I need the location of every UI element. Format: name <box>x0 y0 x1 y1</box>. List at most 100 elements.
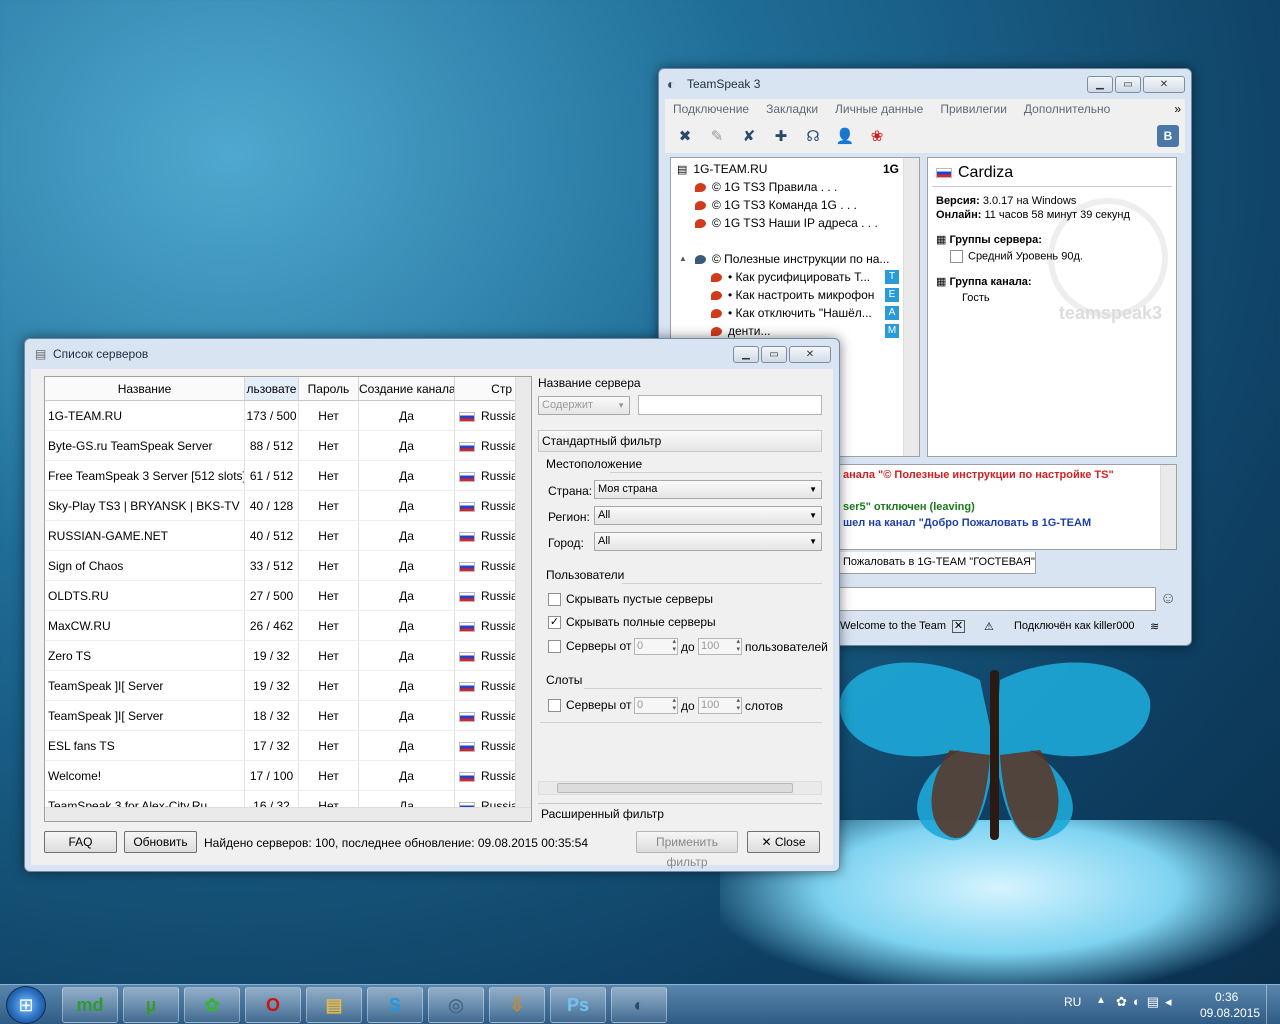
channel-item[interactable]: © 1G TS3 Команда 1G . . . <box>671 196 919 214</box>
slots-from-spin[interactable]: 0 <box>634 697 678 714</box>
close-tab-icon[interactable]: ✕ <box>952 620 965 633</box>
table-row[interactable]: Free TeamSpeak 3 Server [512 slots] 61 / … <box>45 461 531 491</box>
tree-scrollbar[interactable] <box>903 158 919 456</box>
slots-range-option[interactable]: Серверы от <box>548 698 631 713</box>
title-bar[interactable]: ▤ Список серверов ▁ ▭ ✕ <box>25 339 839 369</box>
clock-time[interactable]: 0:36 <box>1215 990 1238 1004</box>
users-to-spin[interactable]: 100 <box>698 638 742 655</box>
slots-to-spin[interactable]: 100 <box>698 697 742 714</box>
standard-filter-header[interactable]: Стандартный фильтр <box>538 430 822 452</box>
menu-connection[interactable]: Подключение <box>673 99 749 119</box>
hide-full-option[interactable]: ✓ Скрывать полные серверы <box>548 615 716 630</box>
table-hscrollbar[interactable] <box>45 807 531 821</box>
download-taskbar-button[interactable]: ⇩ <box>489 987 545 1023</box>
close-button[interactable]: ✕ <box>1143 76 1185 93</box>
column-password[interactable]: Пароль <box>299 377 359 400</box>
hide-empty-option[interactable]: Скрывать пустые серверы <box>548 592 713 607</box>
channel-item[interactable]: © 1G TS3 Правила . . . <box>671 178 919 196</box>
menu-extras[interactable]: Дополнительно <box>1024 99 1110 119</box>
server-name-input[interactable] <box>638 395 822 415</box>
city-select[interactable]: All <box>594 532 822 551</box>
tray-expand-icon[interactable]: ▲ <box>1096 995 1106 1006</box>
channel-item[interactable]: • Как настроить микрофон E <box>671 286 919 304</box>
chat-input[interactable] <box>838 587 1156 611</box>
show-desktop-button[interactable] <box>1266 985 1280 1024</box>
emoticon-icon[interactable]: ☺ <box>1160 590 1176 608</box>
table-row[interactable]: TeamSpeak ]I[ Server18 / 32НетДа Russian <box>45 701 531 731</box>
mute-speakers-icon[interactable]: ✘ <box>737 124 761 148</box>
column-country[interactable]: Стр <box>455 377 517 400</box>
chat-icon[interactable]: ☊ <box>801 124 825 148</box>
table-row[interactable]: 1G-TEAM.RU173 / 500НетДа Russian <box>45 401 531 431</box>
minimize-button[interactable]: ▁ <box>1087 76 1113 93</box>
expand-icon[interactable]: ▲ <box>679 250 687 268</box>
teamspeak-taskbar-button[interactable]: ◐ <box>611 987 667 1023</box>
channel-item[interactable]: • Как русифицировать Т... T <box>671 268 919 286</box>
table-row[interactable]: Sky-Play TS3 | BRYANSK | BKS-TV 40 / 128 Н… <box>45 491 531 521</box>
users-range-option[interactable]: Серверы от <box>548 639 631 654</box>
table-vscrollbar[interactable] <box>515 377 531 807</box>
vk-button[interactable]: B <box>1157 125 1179 147</box>
table-row[interactable]: ESL fans TS17 / 32НетДа Russian <box>45 731 531 761</box>
column-channel-create[interactable]: Создание канала <box>359 377 455 400</box>
close-list-button[interactable]: ✕ Close <box>747 831 820 853</box>
chat-tab[interactable]: Пожаловать в 1G-TEAM "ГОСТЕВАЯ" <box>838 552 1036 574</box>
table-row[interactable]: TeamSpeak ]I[ Server19 / 32НетДа Russian <box>45 671 531 701</box>
apply-filter-button[interactable]: Применить фильтр <box>636 831 738 869</box>
channel-item[interactable]: • Как отключить "Нашёл... A <box>671 304 919 322</box>
mydesk-taskbar-button[interactable]: md <box>62 987 118 1023</box>
channel-item[interactable]: © 1G TS3 Наши IP адреса . . . <box>671 214 919 232</box>
title-bar[interactable]: ◐ TeamSpeak 3 ▁ ▭ ✕ <box>659 69 1191 99</box>
away-icon[interactable]: ✚ <box>769 124 793 148</box>
slots-range-checkbox[interactable] <box>548 699 561 713</box>
channel-item[interactable] <box>671 232 919 250</box>
table-row[interactable]: RUSSIAN-GAME.NET40 / 512НетДа Russian <box>45 521 531 551</box>
close-button[interactable]: ✕ <box>789 346 831 363</box>
menu-overflow[interactable]: » <box>1174 99 1181 119</box>
chat-scrollbar[interactable] <box>1160 465 1176 549</box>
server-node[interactable]: ▤ 1G-TEAM.RU 1G <box>671 160 919 178</box>
utorrent-taskbar-button[interactable]: µ <box>123 987 179 1023</box>
skype-taskbar-button[interactable]: S <box>367 987 423 1023</box>
explorer-taskbar-button[interactable]: ▤ <box>306 987 362 1023</box>
addon-icon[interactable]: ❀ <box>865 124 889 148</box>
menu-bookmarks[interactable]: Закладки <box>766 99 818 119</box>
channel-item[interactable]: ▲ © Полезные инструкции по на... <box>671 250 919 268</box>
contacts-icon[interactable]: 👤 <box>833 124 857 148</box>
mute-mic-icon[interactable]: ✎ <box>705 124 729 148</box>
icq-taskbar-button[interactable]: ✿ <box>184 987 240 1023</box>
clock-date[interactable]: 09.08.2015 <box>1200 1006 1260 1020</box>
maximize-button[interactable]: ▭ <box>1115 76 1141 93</box>
menu-permissions[interactable]: Привилегии <box>940 99 1007 119</box>
chat-line <box>843 483 1172 499</box>
match-mode-select[interactable]: Содержит <box>538 396 630 415</box>
maximize-button[interactable]: ▭ <box>761 346 787 363</box>
hide-empty-checkbox[interactable] <box>548 593 561 607</box>
opera-taskbar-button[interactable]: O <box>245 987 301 1023</box>
refresh-button[interactable]: Обновить <box>124 831 197 853</box>
language-indicator[interactable]: RU <box>1064 995 1081 1009</box>
hide-full-checkbox[interactable]: ✓ <box>548 616 561 630</box>
users-from-spin[interactable]: 0 <box>634 638 678 655</box>
tray-icons[interactable]: ✿◐▤◂ <box>1116 994 1178 1010</box>
disconnect-icon[interactable]: ✖ <box>673 124 697 148</box>
media-taskbar-button[interactable]: ◎ <box>428 987 484 1023</box>
photoshop-taskbar-button[interactable]: Ps <box>550 987 606 1023</box>
region-select[interactable]: All <box>594 506 822 525</box>
filter-hscrollbar[interactable] <box>538 781 822 795</box>
faq-button[interactable]: FAQ <box>44 831 117 853</box>
country-select[interactable]: Моя страна <box>594 480 822 499</box>
users-range-checkbox[interactable] <box>548 640 561 654</box>
table-row[interactable]: MaxCW.RU26 / 462НетДа Russian <box>45 611 531 641</box>
table-row[interactable]: Welcome!17 / 100НетДа Russian <box>45 761 531 791</box>
start-button[interactable]: ⊞ <box>6 986 46 1024</box>
table-row[interactable]: OLDTS.RU27 / 500НетДа Russian <box>45 581 531 611</box>
advanced-filter-header[interactable]: Расширенный фильтр <box>538 803 822 823</box>
column-name[interactable]: Название <box>45 377 245 400</box>
minimize-button[interactable]: ▁ <box>733 346 759 363</box>
table-row[interactable]: Zero TS19 / 32НетДа Russian <box>45 641 531 671</box>
table-row[interactable]: Byte-GS.ru TeamSpeak Server 88 / 512 Нет Да… <box>45 431 531 461</box>
menu-self[interactable]: Личные данные <box>835 99 923 119</box>
column-users[interactable]: льзовате <box>245 377 299 400</box>
table-row[interactable]: Sign of Chaos33 / 512НетДа Russian <box>45 551 531 581</box>
